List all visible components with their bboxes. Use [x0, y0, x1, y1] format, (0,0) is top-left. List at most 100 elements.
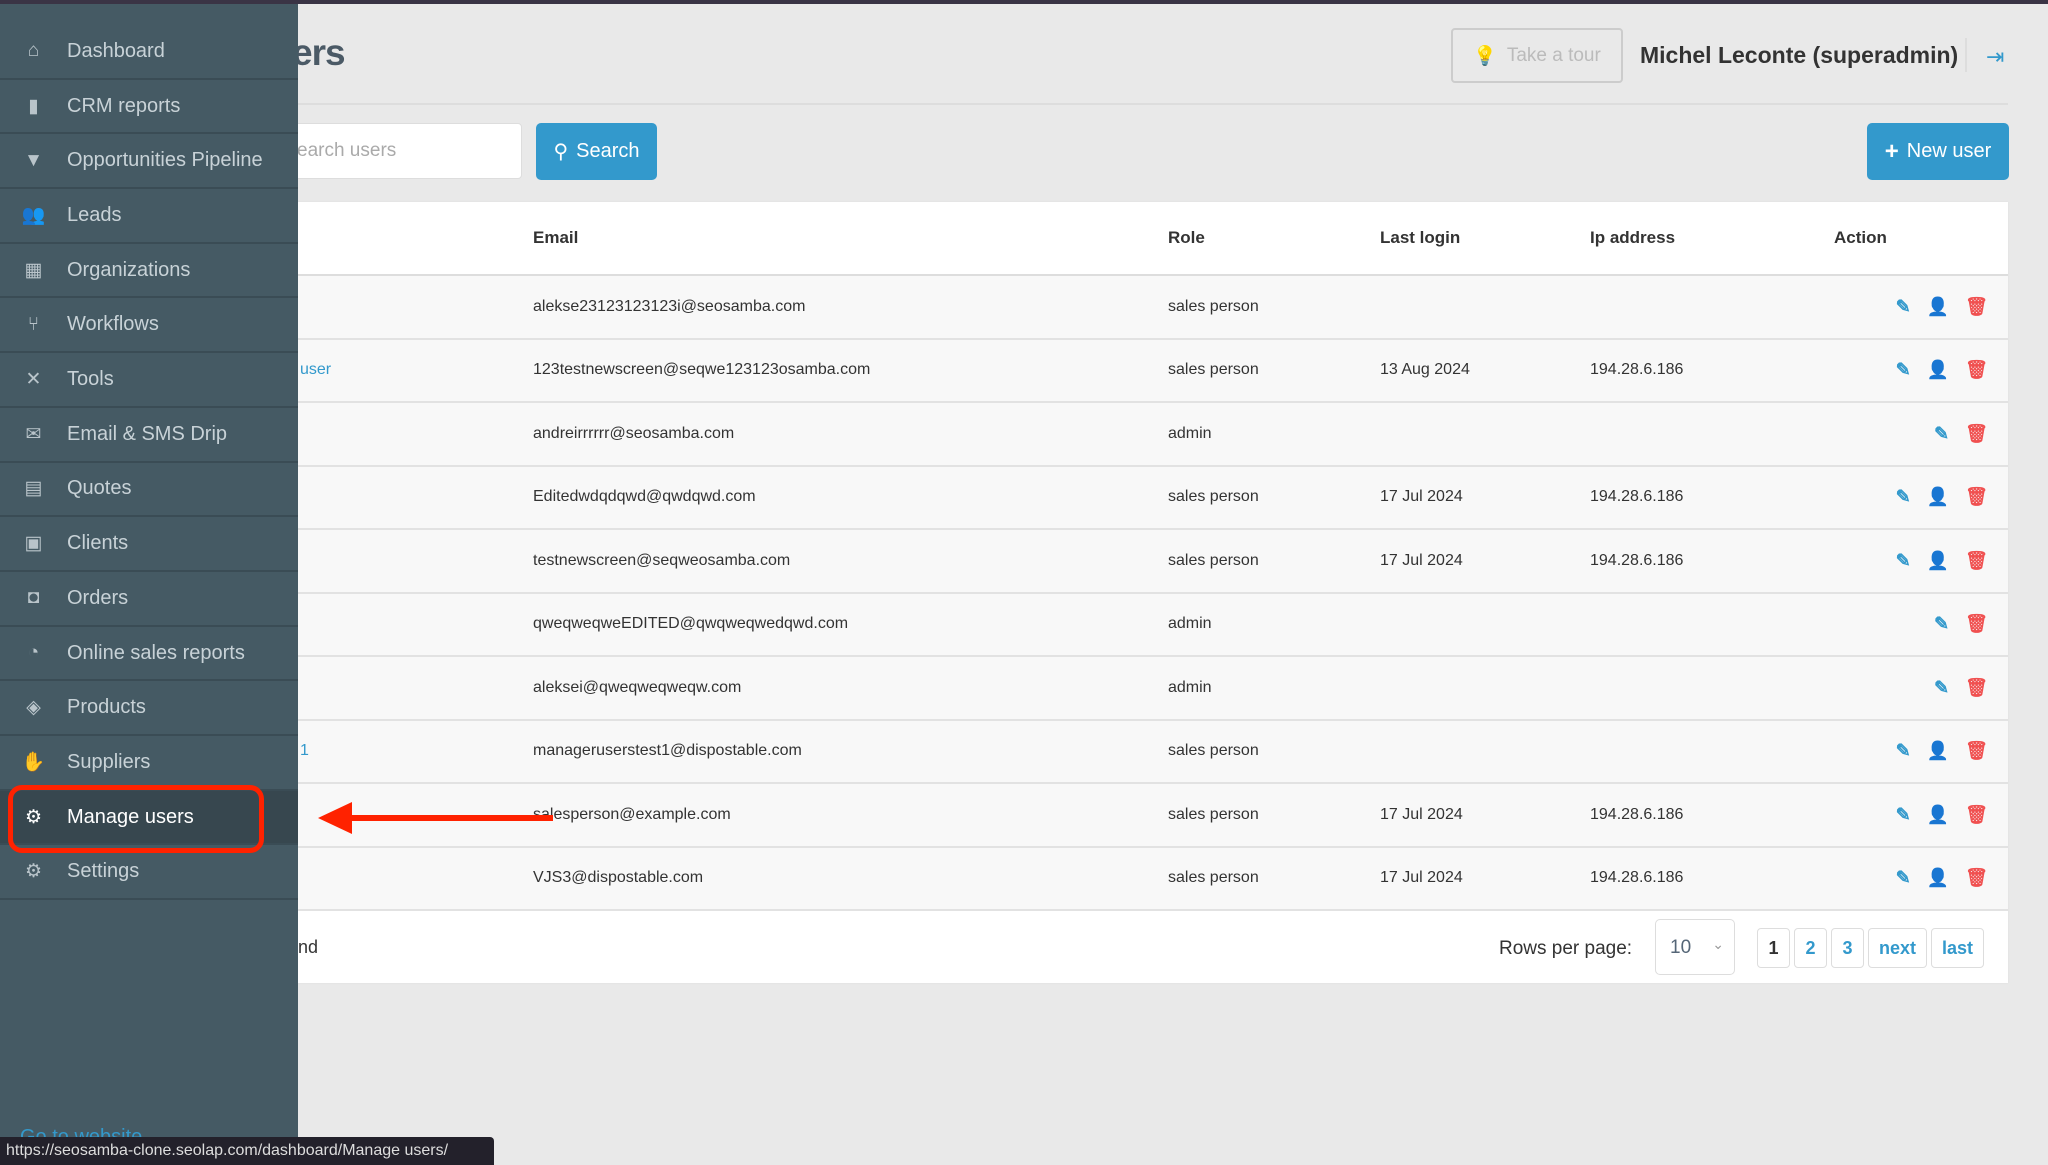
- delete-trash-icon[interactable]: 🗑: [1965, 614, 1988, 635]
- email-cell: qweqweqweEDITED@qwqweqwedqwd.com: [533, 615, 849, 633]
- edit-pencil-icon[interactable]: ✎: [1896, 868, 1911, 889]
- sidebar-item-online-sales-reports[interactable]: ◔ Online sales reports: [0, 627, 298, 682]
- email-cell: salesperson@example.com: [533, 805, 731, 823]
- annotation-highlight-box: [8, 785, 264, 853]
- row-actions: ✎ 👤 🗑: [1896, 868, 1988, 889]
- sidebar-item-tools[interactable]: ✕ Tools: [0, 353, 298, 408]
- table-row: aleksei@qweqweqweqw.com admin ✎ 🗑: [298, 657, 2008, 721]
- impersonate-user-icon[interactable]: 👤: [1927, 487, 1949, 508]
- page-button-3[interactable]: 3: [1831, 928, 1864, 968]
- email-cell: alekse23123123123i@seosamba.com: [533, 297, 806, 315]
- row-actions: ✎ 🗑: [1934, 423, 1988, 444]
- page-title: ers: [292, 32, 346, 73]
- sidebar-item-label: Clients: [67, 532, 129, 555]
- delete-trash-icon[interactable]: 🗑: [1965, 804, 1988, 825]
- edit-pencil-icon[interactable]: ✎: [1896, 550, 1911, 571]
- col-ip[interactable]: Ip address: [1590, 228, 1675, 248]
- user-name-link[interactable]: 1: [300, 742, 309, 760]
- sidebar-item-label: Opportunities Pipeline: [67, 149, 263, 172]
- edit-pencil-icon[interactable]: ✎: [1896, 296, 1911, 317]
- user-name: Michel Leconte (superadmin): [1640, 42, 1959, 68]
- rows-per-page-select[interactable]: 10 ⌄: [1655, 919, 1735, 975]
- edit-pencil-icon[interactable]: ✎: [1896, 741, 1911, 762]
- role-cell: sales person: [1168, 742, 1259, 760]
- sidebar-item-clients[interactable]: ▣ Clients: [0, 517, 298, 572]
- delete-trash-icon[interactable]: 🗑: [1965, 487, 1988, 508]
- take-a-tour-button[interactable]: 💡 Take a tour: [1451, 28, 1623, 83]
- sidebar-item-crm-reports[interactable]: ▮ CRM reports: [0, 80, 298, 135]
- sidebar-item-label: Dashboard: [67, 39, 165, 62]
- impersonate-user-icon[interactable]: 👤: [1927, 868, 1949, 889]
- impersonate-user-icon[interactable]: 👤: [1927, 360, 1949, 381]
- edit-pencil-icon[interactable]: ✎: [1934, 614, 1949, 635]
- sidebar-item-products[interactable]: ◈ Products: [0, 681, 298, 737]
- ip-cell: 194.28.6.186: [1590, 488, 1684, 506]
- sidebar-item-label: Organizations: [67, 258, 191, 281]
- sidebar-item-quotes[interactable]: ▤ Quotes: [0, 463, 298, 518]
- gear-icon: ⚙: [24, 861, 43, 883]
- role-cell: sales person: [1168, 869, 1259, 887]
- plus-icon: +: [1884, 137, 1899, 165]
- divider: [298, 103, 2008, 105]
- arrow-shaft: [348, 815, 553, 821]
- page-button-last[interactable]: last: [1931, 928, 1985, 968]
- delete-trash-icon[interactable]: 🗑: [1965, 741, 1988, 762]
- delete-trash-icon[interactable]: 🗑: [1965, 868, 1988, 889]
- delete-trash-icon[interactable]: 🗑: [1965, 296, 1988, 317]
- search-input[interactable]: earch users: [280, 123, 522, 179]
- logout-icon[interactable]: ⇥: [1986, 44, 2004, 70]
- sidebar-item-leads[interactable]: 👥 Leads: [0, 189, 298, 244]
- sidebar-item-label: Online sales reports: [67, 641, 245, 664]
- delete-trash-icon[interactable]: 🗑: [1965, 677, 1988, 698]
- col-last-login[interactable]: Last login: [1380, 228, 1460, 248]
- user-name-link[interactable]: user: [300, 361, 331, 379]
- page-button-1[interactable]: 1: [1757, 928, 1790, 968]
- impersonate-user-icon[interactable]: 👤: [1927, 296, 1949, 317]
- sidebar-item-label: Suppliers: [67, 750, 151, 773]
- handshake-icon: ✋: [21, 752, 46, 774]
- table-row: andreirrrrrr@seosamba.com admin ✎ 🗑: [298, 403, 2008, 467]
- page-button-2[interactable]: 2: [1794, 928, 1827, 968]
- last-login-cell: 17 Jul 2024: [1380, 805, 1463, 823]
- arrow-head: [318, 802, 352, 834]
- col-role[interactable]: Role: [1168, 228, 1205, 248]
- sidebar-item-workflows[interactable]: ⑂ Workflows: [0, 299, 298, 354]
- ip-cell: 194.28.6.186: [1590, 869, 1684, 887]
- sidebar-item-opportunities-pipeline[interactable]: ▼ Opportunities Pipeline: [0, 134, 298, 190]
- role-cell: sales person: [1168, 361, 1259, 379]
- sidebar-item-label: CRM reports: [67, 94, 181, 117]
- ip-cell: 194.28.6.186: [1590, 361, 1684, 379]
- table-row: 1 manageruserstest1@dispostable.com sale…: [298, 720, 2008, 784]
- search-icon: ⚲: [553, 141, 569, 163]
- row-actions: ✎ 👤 🗑: [1896, 804, 1988, 825]
- sidebar-item-orders[interactable]: ◘ Orders: [0, 572, 298, 627]
- edit-pencil-icon[interactable]: ✎: [1896, 804, 1911, 825]
- divider: [1965, 38, 1967, 72]
- sidebar-item-settings[interactable]: ⚙ Settings: [0, 846, 298, 901]
- sidebar-item-email-sms-drip[interactable]: ✉ Email & SMS Drip: [0, 408, 298, 463]
- edit-pencil-icon[interactable]: ✎: [1934, 677, 1949, 698]
- edit-pencil-icon[interactable]: ✎: [1934, 423, 1949, 444]
- edit-pencil-icon[interactable]: ✎: [1896, 360, 1911, 381]
- edit-pencil-icon[interactable]: ✎: [1896, 487, 1911, 508]
- new-user-button[interactable]: + New user: [1867, 123, 2009, 180]
- table-header: Email Role Last login Ip address Action: [298, 202, 2008, 276]
- bag-icon: ◘: [27, 587, 40, 609]
- search-button[interactable]: ⚲ Search: [536, 123, 657, 180]
- sidebar-item-dashboard[interactable]: ⌂ Dashboard: [0, 25, 298, 80]
- role-cell: sales person: [1168, 488, 1259, 506]
- table-row: testnewscreen@seqweosamba.com sales pers…: [298, 530, 2008, 594]
- delete-trash-icon[interactable]: 🗑: [1965, 550, 1988, 571]
- delete-trash-icon[interactable]: 🗑: [1965, 423, 1988, 444]
- sidebar-item-organizations[interactable]: ▦ Organizations: [0, 244, 298, 299]
- impersonate-user-icon[interactable]: 👤: [1927, 550, 1949, 571]
- impersonate-user-icon[interactable]: 👤: [1927, 804, 1949, 825]
- main-content: ers 💡 Take a tour Michel Leconte (superad…: [0, 4, 2048, 1165]
- rows-per-page-label: Rows per page:: [1499, 938, 1633, 959]
- row-actions: ✎ 👤 🗑: [1896, 487, 1988, 508]
- delete-trash-icon[interactable]: 🗑: [1965, 360, 1988, 381]
- sidebar-item-suppliers[interactable]: ✋ Suppliers: [0, 736, 298, 791]
- impersonate-user-icon[interactable]: 👤: [1927, 741, 1949, 762]
- col-email[interactable]: Email: [533, 228, 578, 248]
- page-button-next[interactable]: next: [1868, 928, 1928, 968]
